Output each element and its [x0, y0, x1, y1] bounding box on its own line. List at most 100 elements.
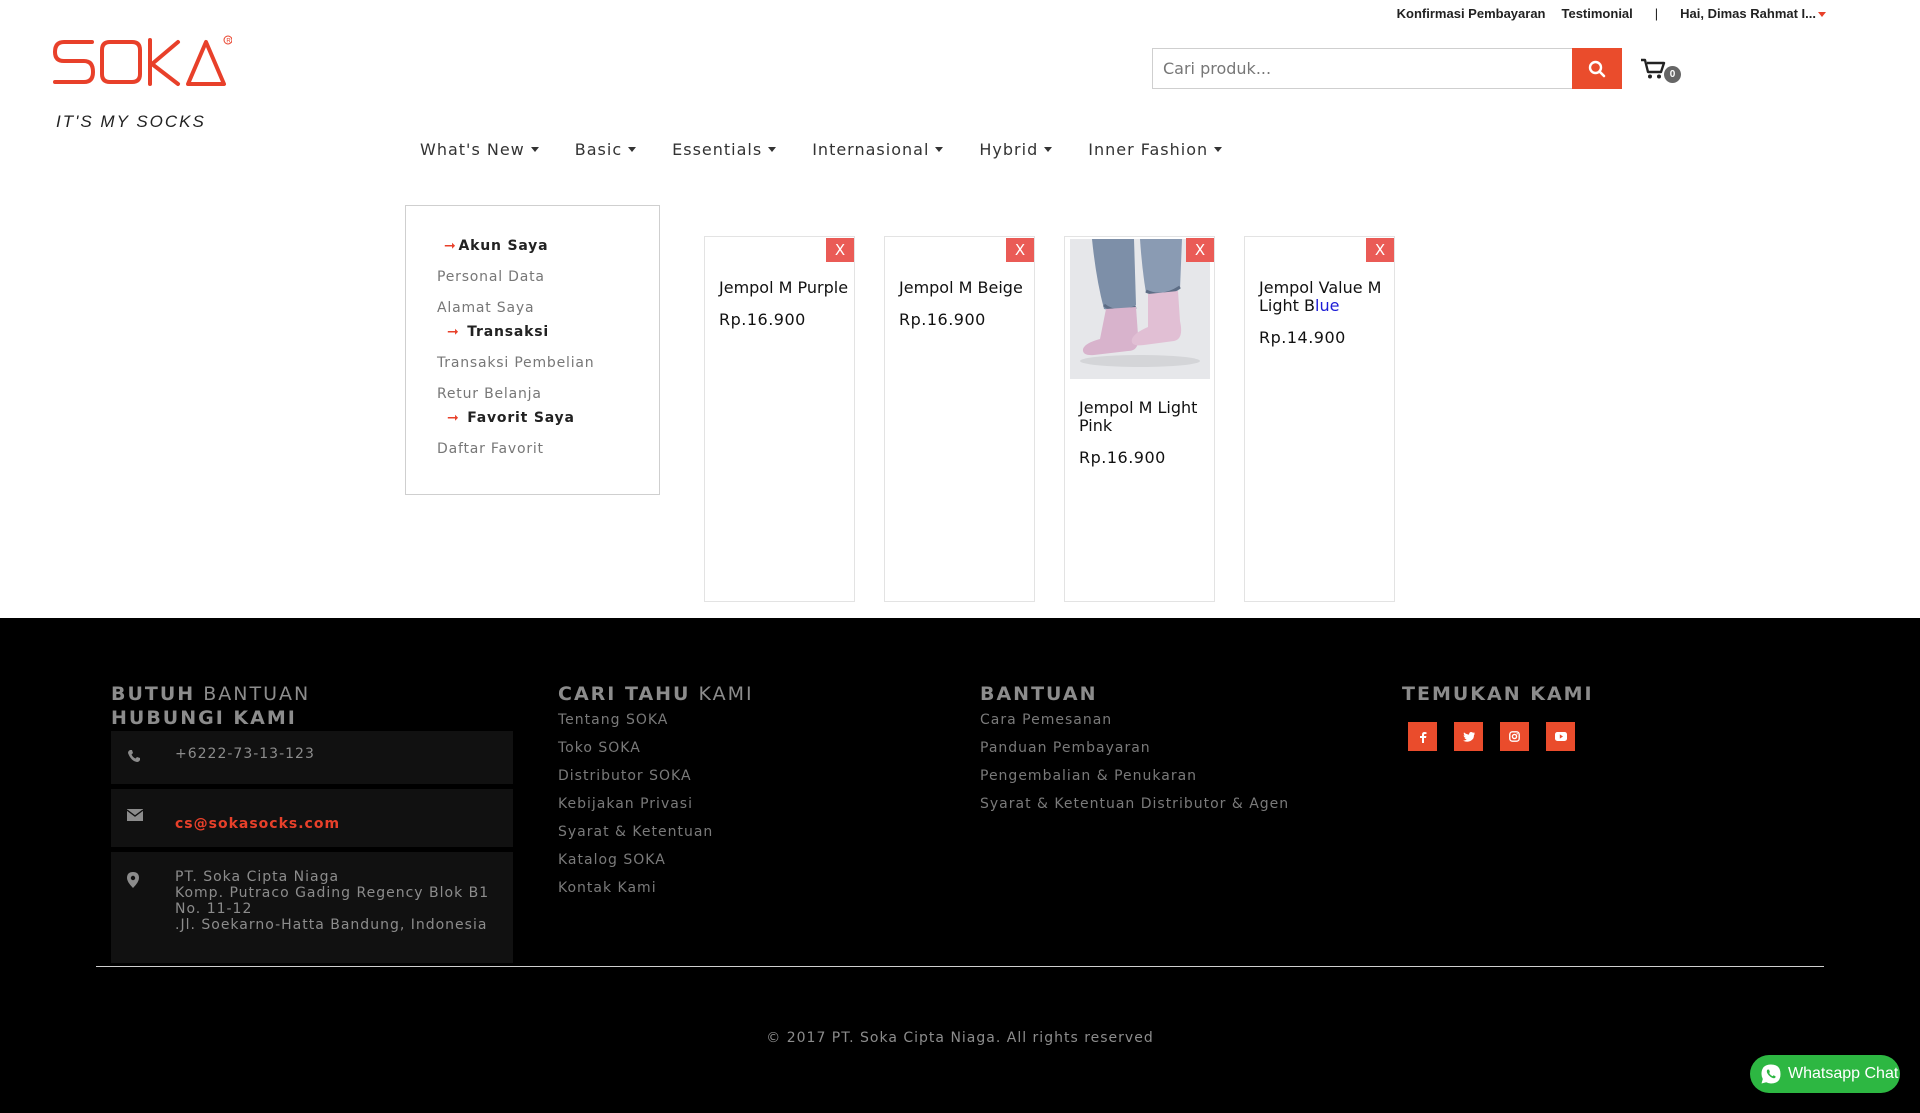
search-button[interactable] — [1572, 48, 1622, 89]
footer-link-distributor-soka[interactable]: Distributor SOKA — [558, 768, 692, 784]
footer-link-pengembalian-penukaran[interactable]: Pengembalian & Penukaran — [980, 768, 1197, 784]
favorite-card[interactable]: X Jempol M Purple Rp.16.900 — [704, 236, 855, 602]
footer-link-tentang-soka[interactable]: Tentang SOKA — [558, 712, 668, 728]
arrow-right-icon: ➞ — [447, 324, 460, 340]
facebook-icon — [1419, 731, 1426, 743]
caret-down-icon — [1214, 147, 1223, 152]
footer-heading-about: CARI TAHU KAMI — [558, 683, 754, 705]
arrow-right-icon: ➞ — [447, 410, 460, 426]
address-line: No. 11-12 — [175, 901, 253, 917]
remove-favorite-button[interactable]: X — [1366, 238, 1394, 262]
remove-favorite-button[interactable]: X — [826, 238, 854, 262]
product-price: Rp.16.900 — [899, 310, 986, 329]
address-line: .Jl. Soekarno-Hatta Bandung, Indonesia — [175, 917, 488, 933]
footer-link-cara-pemesanan[interactable]: Cara Pemesanan — [980, 712, 1112, 728]
product-price: Rp.16.900 — [1079, 448, 1166, 467]
product-price: Rp.14.900 — [1259, 328, 1346, 347]
cart-icon — [1641, 58, 1666, 79]
map-pin-icon — [127, 872, 139, 888]
confirm-payment-link[interactable]: Konfirmasi Pembayaran — [1397, 6, 1546, 21]
sidebar-heading-transaksi: ➞ Transaksi — [447, 324, 549, 340]
favorite-card[interactable]: X Jempol Value M Light Blue Rp.14.900 — [1244, 236, 1395, 602]
whatsapp-label: Whatsapp Chat — [1788, 1065, 1899, 1082]
nav-label: Essentials — [672, 140, 763, 159]
nav-hybrid[interactable]: Hybrid — [979, 140, 1053, 159]
nav-essentials[interactable]: Essentials — [672, 140, 777, 159]
user-greeting: Hai, Dimas Rahmat I... — [1680, 6, 1816, 21]
address-line: PT. Soka Cipta Niaga — [175, 869, 340, 885]
nav-label: Basic — [574, 140, 623, 159]
footer-link-syarat-distributor-agen[interactable]: Syarat & Ketentuan Distributor & Agen — [980, 796, 1289, 812]
site-footer: BUTUH BANTUAN HUBUNGI KAMI +6222-73-13-1… — [0, 618, 1920, 1113]
product-name[interactable]: Jempol M Beige — [899, 279, 1029, 297]
caret-down-icon — [768, 147, 777, 152]
footer-link-panduan-pembayaran[interactable]: Panduan Pembayaran — [980, 740, 1151, 756]
soka-logo[interactable]: R IT'S MY SOCKS — [52, 34, 232, 134]
remove-favorite-button[interactable]: X — [1186, 238, 1214, 262]
email-link[interactable]: cs@sokasocks.com — [175, 817, 340, 832]
sidebar-item-retur-belanja[interactable]: Retur Belanja — [437, 386, 542, 402]
cart-count-badge: 0 — [1664, 66, 1681, 83]
search-bar — [1152, 48, 1622, 89]
sidebar-item-transaksi-pembelian[interactable]: Transaksi Pembelian — [437, 355, 594, 371]
favorite-card[interactable]: X Jempol M Beige Rp.16.900 — [884, 236, 1035, 602]
sidebar-heading-favorit-saya: ➞ Favorit Saya — [447, 410, 575, 426]
footer-link-kebijakan-privasi[interactable]: Kebijakan Privasi — [558, 796, 693, 812]
footer-link-kontak-kami[interactable]: Kontak Kami — [558, 880, 657, 896]
instagram-button[interactable] — [1500, 722, 1529, 751]
youtube-button[interactable] — [1546, 722, 1575, 751]
envelope-icon — [127, 809, 143, 821]
remove-favorite-button[interactable]: X — [1006, 238, 1034, 262]
testimonial-link[interactable]: Testimonial — [1562, 6, 1633, 21]
top-utility-bar: Konfirmasi Pembayaran Testimonial | Hai,… — [1397, 6, 1826, 21]
footer-heading-social: TEMUKAN KAMI — [1402, 683, 1594, 705]
product-price: Rp.16.900 — [719, 310, 806, 329]
youtube-icon — [1554, 732, 1567, 741]
account-sidebar: ➞ Akun Saya Personal Data Alamat Saya ➞ T… — [405, 205, 660, 495]
phone-icon — [128, 750, 140, 762]
phone-number[interactable]: +6222-73-13-123 — [175, 747, 315, 762]
nav-whats-new[interactable]: What's New — [420, 140, 539, 159]
caret-down-icon — [1044, 147, 1053, 152]
nav-inner-fashion[interactable]: Inner Fashion — [1088, 140, 1223, 159]
twitter-button[interactable] — [1454, 722, 1483, 751]
sidebar-item-personal-data[interactable]: Personal Data — [437, 269, 545, 285]
caret-down-icon — [935, 147, 944, 152]
user-menu[interactable]: Hai, Dimas Rahmat I... — [1680, 6, 1826, 21]
cart-button[interactable]: 0 — [1640, 58, 1688, 86]
svg-text:R: R — [226, 38, 231, 44]
product-name[interactable]: Jempol M Light Pink — [1079, 399, 1209, 435]
nav-label: What's New — [420, 140, 525, 159]
favorite-card[interactable]: X Jempol M Light Pink Rp.16.900 — [1064, 236, 1215, 602]
facebook-button[interactable] — [1408, 722, 1437, 751]
contact-address: PT. Soka Cipta Niaga Komp. Putraco Gadin… — [111, 852, 513, 963]
nav-label: Internasional — [812, 140, 930, 159]
caret-down-icon — [628, 147, 637, 152]
footer-divider — [96, 966, 1824, 967]
footer-link-syarat-ketentuan[interactable]: Syarat & Ketentuan — [558, 824, 713, 840]
sidebar-item-alamat-saya[interactable]: Alamat Saya — [437, 300, 534, 316]
highlighted-text: lue — [1315, 296, 1340, 315]
nav-internasional[interactable]: Internasional — [812, 140, 944, 159]
product-name[interactable]: Jempol M Purple — [719, 279, 849, 297]
sidebar-item-daftar-favorit[interactable]: Daftar Favorit — [437, 441, 544, 457]
search-icon — [1588, 60, 1606, 77]
nav-label: Inner Fashion — [1088, 140, 1209, 159]
nav-label: Hybrid — [979, 140, 1039, 159]
footer-link-toko-soka[interactable]: Toko SOKA — [558, 740, 641, 756]
copyright: © 2017 PT. Soka Cipta Niaga. All rights … — [766, 1030, 1154, 1046]
topbar-separator: | — [1654, 6, 1659, 21]
whatsapp-chat-button[interactable]: Whatsapp Chat — [1750, 1055, 1900, 1093]
contact-phone: +6222-73-13-123 — [111, 731, 513, 784]
nav-basic[interactable]: Basic — [574, 140, 637, 159]
footer-heading-contact: BUTUH BANTUAN HUBUNGI KAMI — [111, 683, 311, 729]
sidebar-heading-akun-saya: ➞ Akun Saya — [444, 238, 549, 254]
soka-wordmark: R — [53, 35, 232, 86]
product-name[interactable]: Jempol Value M Light Blue — [1259, 279, 1389, 315]
main-nav: What's New Basic Essentials Internasiona… — [420, 140, 1223, 159]
footer-link-katalog-soka[interactable]: Katalog SOKA — [558, 852, 666, 868]
arrow-right-icon: ➞ — [444, 238, 457, 254]
chevron-down-icon — [1818, 12, 1826, 18]
search-input[interactable] — [1152, 48, 1572, 89]
caret-down-icon — [530, 147, 539, 152]
